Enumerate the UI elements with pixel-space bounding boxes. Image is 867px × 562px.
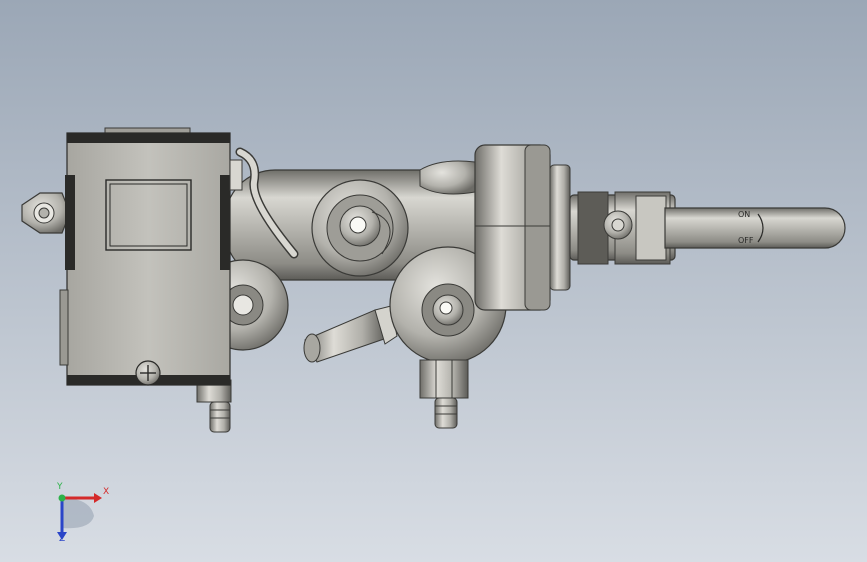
axis-triad: X Y Z bbox=[40, 478, 120, 548]
left-hex-nut bbox=[21, 192, 71, 234]
ball-valve-body bbox=[569, 191, 676, 265]
tube-port-boss bbox=[311, 179, 409, 277]
valve-assembly-model[interactable]: ON OFF bbox=[0, 0, 867, 562]
bottom-fitting-left bbox=[196, 379, 232, 433]
y-axis-label: Y bbox=[57, 482, 63, 492]
handle-label-off: OFF bbox=[738, 236, 754, 245]
z-axis-label: Z bbox=[59, 534, 66, 544]
y-axis-marker bbox=[58, 494, 66, 502]
flange-disc bbox=[474, 144, 571, 311]
x-axis-label: X bbox=[103, 487, 110, 497]
3d-viewport[interactable]: ON OFF X Y Z bbox=[0, 0, 867, 562]
control-box-housing[interactable] bbox=[59, 127, 243, 386]
bottom-fitting-center bbox=[419, 359, 469, 429]
valve-handle[interactable]: ON OFF bbox=[664, 207, 846, 249]
box-screw bbox=[135, 360, 161, 386]
handle-label-on: ON bbox=[738, 210, 750, 219]
